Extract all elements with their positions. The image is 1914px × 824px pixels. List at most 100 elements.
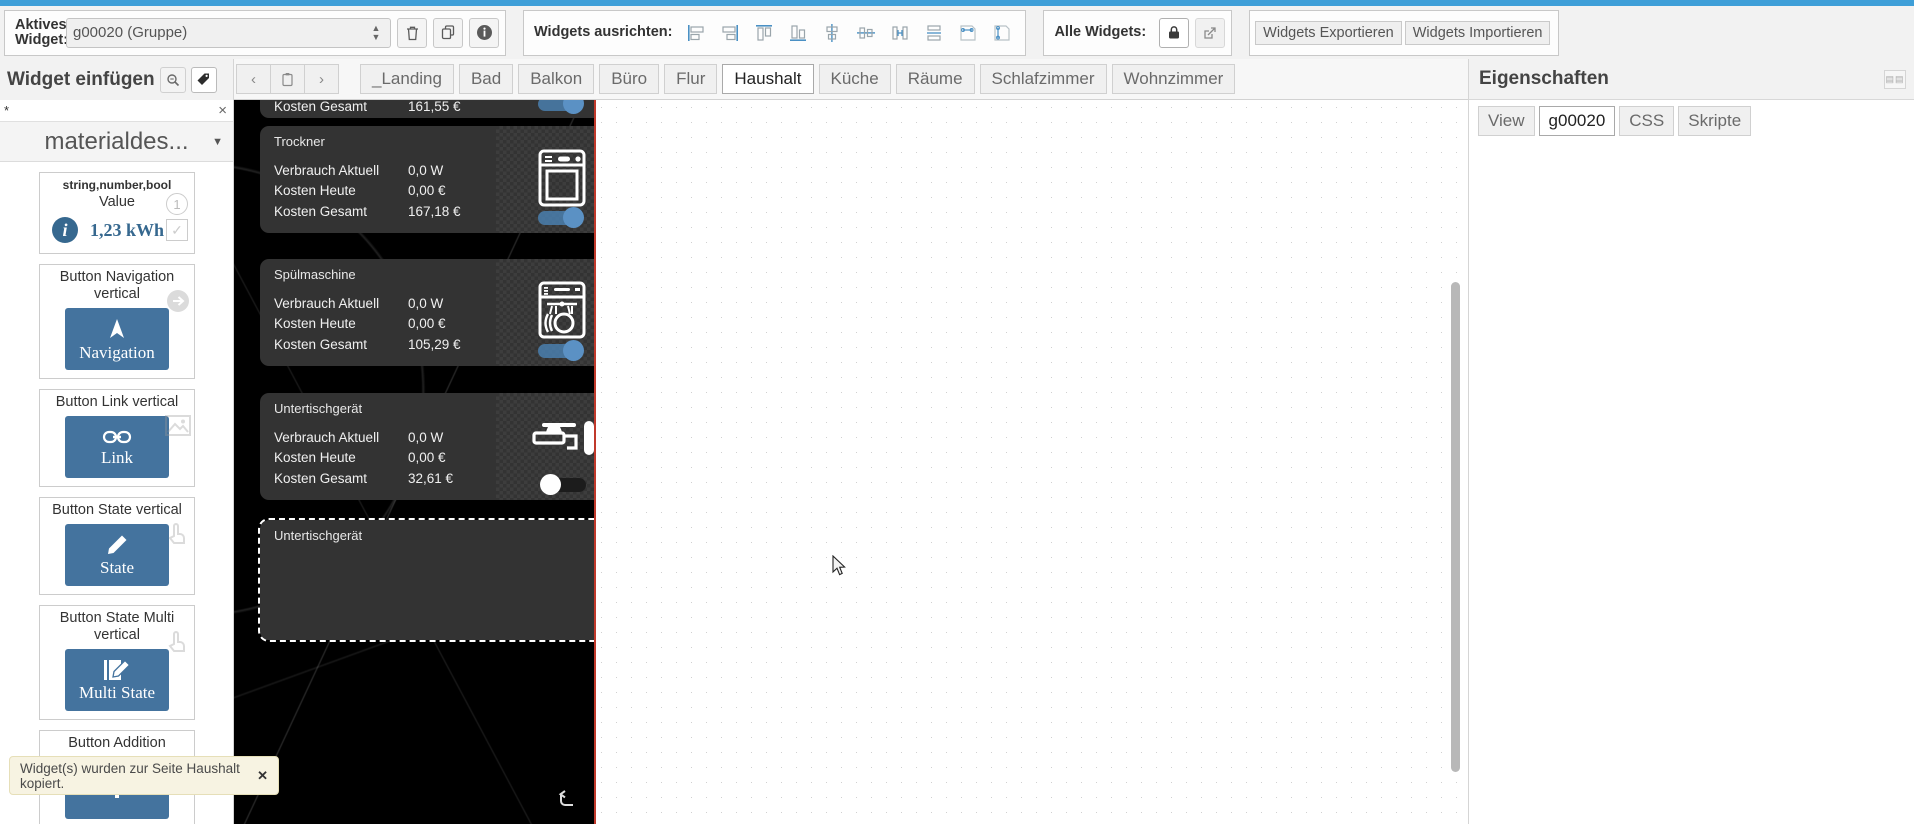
design-canvas[interactable]: Kosten Gesamt 161,55 € Trockner Verbrauc… (234, 100, 1466, 824)
link-icon (102, 430, 132, 443)
device-card-spuelmaschine[interactable]: Spülmaschine Verbrauch Aktuell 0,0 W Kos… (260, 259, 594, 366)
properties-title: Eigenschaften (1479, 68, 1609, 89)
device-toggle[interactable] (540, 474, 586, 495)
device-row: Kosten Heute 0,00 € (274, 314, 518, 335)
device-card-selected[interactable]: Untertischgerät (258, 518, 594, 642)
delete-widget-button[interactable] (397, 17, 427, 48)
info-icon (476, 25, 492, 40)
device-toggle[interactable] (538, 207, 584, 228)
properties-tab-css[interactable]: CSS (1619, 106, 1675, 136)
widget-preview-label: Navigation (79, 342, 155, 362)
page-tab-haushalt[interactable]: Haushalt (722, 64, 814, 94)
widget-category-selector[interactable]: materialdes... ▼ (0, 122, 233, 162)
lock-all-widgets-button[interactable] (1159, 17, 1190, 48)
import-export-group: Widgets Exportieren Widgets Importieren (1249, 9, 1560, 56)
properties-tab-view[interactable]: View (1478, 106, 1535, 136)
widget-filter-value[interactable]: * (4, 103, 9, 118)
paste-page-button[interactable] (270, 64, 305, 94)
next-page-button[interactable]: › (304, 64, 339, 94)
page-tab-flur[interactable]: Flur (664, 64, 718, 94)
widget-category-name: materialdes... (44, 127, 189, 155)
widget-preview-button[interactable]: Link (65, 416, 169, 478)
align-top-button[interactable] (749, 17, 779, 49)
properties-tab-skripte[interactable]: Skripte (1678, 106, 1752, 136)
page-tab-bad[interactable]: Bad (458, 64, 514, 94)
page-tab-k-che[interactable]: Küche (818, 64, 891, 94)
device-toggle[interactable] (538, 340, 584, 361)
prev-page-button[interactable]: ‹ (236, 64, 271, 94)
widget-card-value[interactable]: string,number,bool Value 1 ✓ i 1,23 kWh (39, 172, 195, 254)
device-row: Kosten Gesamt 161,55 € (274, 100, 518, 117)
active-widget-select-wrapper[interactable]: g00020 (Gruppe) ▲ ▼ (66, 17, 391, 48)
widget-card-button-state-multi[interactable]: Button State Multi vertical Multi State (39, 605, 195, 720)
copy-widget-button[interactable] (433, 17, 463, 48)
export-widgets-button[interactable]: Widgets Exportieren (1255, 20, 1402, 45)
phone-preview-frame[interactable]: Kosten Gesamt 161,55 € Trockner Verbrauc… (234, 100, 596, 824)
active-widget-label: Aktives Widget: (11, 17, 68, 48)
align-bottom-button[interactable] (783, 17, 813, 49)
page-tab-schlafzimmer[interactable]: Schlafzimmer (979, 64, 1107, 94)
page-tab-b-ro[interactable]: Büro (599, 64, 660, 94)
widget-preview-button[interactable]: Multi State (65, 649, 169, 711)
canvas-scrollbar[interactable] (1451, 282, 1460, 772)
widget-card-button-navigation[interactable]: Button Navigation vertical Navigation (39, 264, 195, 379)
widget-card-button-state[interactable]: Button State vertical State (39, 497, 195, 595)
widget-check-badge: ✓ (166, 219, 188, 241)
page-tab-r-ume[interactable]: Räume (895, 64, 975, 94)
size-width-button[interactable] (953, 17, 983, 49)
widget-preview-button[interactable]: Navigation (65, 308, 169, 370)
widget-preview-label: Link (100, 447, 134, 467)
import-widgets-button[interactable]: Widgets Importieren (1404, 20, 1551, 45)
navigation-arrow-icon (110, 318, 124, 338)
page-tab-wohnzimmer[interactable]: Wohnzimmer (1111, 64, 1236, 94)
distribute-horizontal-button[interactable] (885, 17, 915, 49)
expand-all-widgets-button[interactable] (1195, 17, 1226, 48)
device-card-title: Untertischgerät (274, 401, 363, 416)
all-widgets-label: Alle Widgets: (1054, 24, 1147, 40)
widget-filter-row: * × (0, 100, 233, 122)
align-center-vertical-button[interactable] (851, 17, 881, 49)
clear-filter-icon[interactable]: × (218, 102, 227, 119)
device-toggle[interactable] (538, 100, 584, 114)
toggle-knob (540, 474, 561, 495)
widget-search-button[interactable] (159, 66, 186, 93)
align-right-button[interactable] (715, 17, 745, 49)
image-icon (165, 415, 191, 436)
search-icon (166, 73, 179, 86)
active-widget-group: Aktives Widget: g00020 (Gruppe) ▲ ▼ (4, 9, 506, 56)
grip-icon[interactable]: ▤▤ (1884, 69, 1906, 89)
all-widgets-group: Alle Widgets: (1043, 9, 1233, 56)
widget-info-button[interactable] (469, 17, 499, 48)
device-rows: Verbrauch Aktuell 0,0 W Kosten Heute 0,0… (274, 293, 518, 355)
size-height-button[interactable] (987, 17, 1017, 49)
device-card-partial[interactable]: Kosten Gesamt 161,55 € (260, 100, 594, 118)
distribute-vertical-button[interactable] (919, 17, 949, 49)
lock-icon (1169, 26, 1180, 39)
value-preview-text: 1,23 kWh (90, 219, 165, 240)
device-card-trockner[interactable]: Trockner Verbrauch Aktuell 0,0 W Kosten … (260, 126, 594, 233)
widget-card-button-link[interactable]: Button Link vertical Link (39, 389, 195, 487)
align-left-button[interactable] (681, 17, 711, 49)
device-row-value: 105,29 € (408, 336, 461, 352)
active-widget-select[interactable]: g00020 (Gruppe) (66, 17, 391, 48)
properties-panel: Eigenschaften ▤▤ View g00020 CSS Skripte (1468, 59, 1914, 824)
align-left-icon (688, 24, 705, 41)
widget-tag-filter-button[interactable] (190, 66, 217, 93)
toast-notification[interactable]: Widget(s) wurden zur Seite Haushalt kopi… (9, 756, 279, 795)
widget-preview-button[interactable]: State (65, 524, 169, 586)
device-card-title: Trockner (274, 134, 325, 149)
device-card-untertischgeraet[interactable]: Untertischgerät Verbrauch Aktuell 0,0 W … (260, 393, 594, 500)
properties-tab-g00020[interactable]: g00020 (1538, 106, 1616, 136)
toggle-knob (563, 340, 584, 361)
page-tab-landing[interactable]: _Landing (360, 64, 454, 94)
properties-header: Eigenschaften ▤▤ (1469, 59, 1914, 100)
device-row-key: Kosten Heute (274, 183, 356, 199)
device-card-title: Untertischgerät (274, 528, 363, 543)
device-row-value: 0,00 € (408, 183, 446, 199)
close-icon[interactable]: ✕ (257, 768, 268, 784)
back-arrow-icon[interactable] (554, 790, 576, 812)
expand-icon (1204, 26, 1216, 39)
align-center-horizontal-button[interactable] (817, 17, 847, 49)
page-tab-balkon[interactable]: Balkon (518, 64, 595, 94)
faucet-thermometer-icon (532, 421, 594, 455)
